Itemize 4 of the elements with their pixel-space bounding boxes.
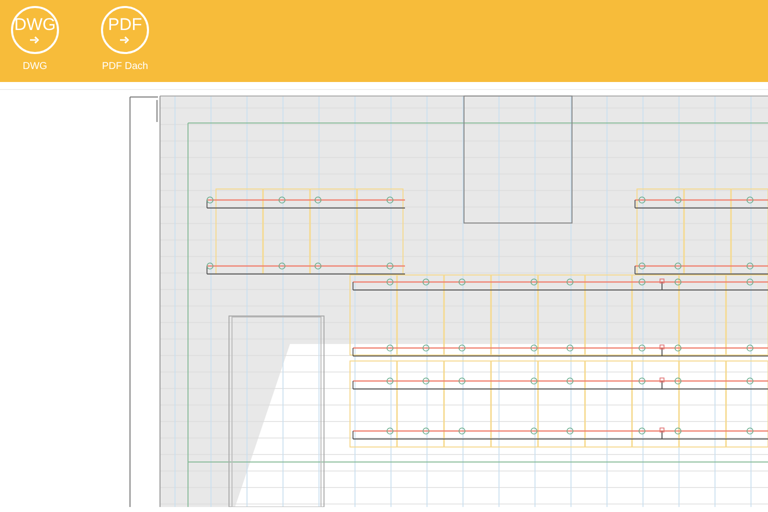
export-button[interactable]: PDF PDF Dach <box>90 6 160 74</box>
arrow-icon <box>120 36 130 44</box>
arrow-icon <box>30 36 40 44</box>
export-button[interactable]: DWG DWG <box>0 6 70 74</box>
